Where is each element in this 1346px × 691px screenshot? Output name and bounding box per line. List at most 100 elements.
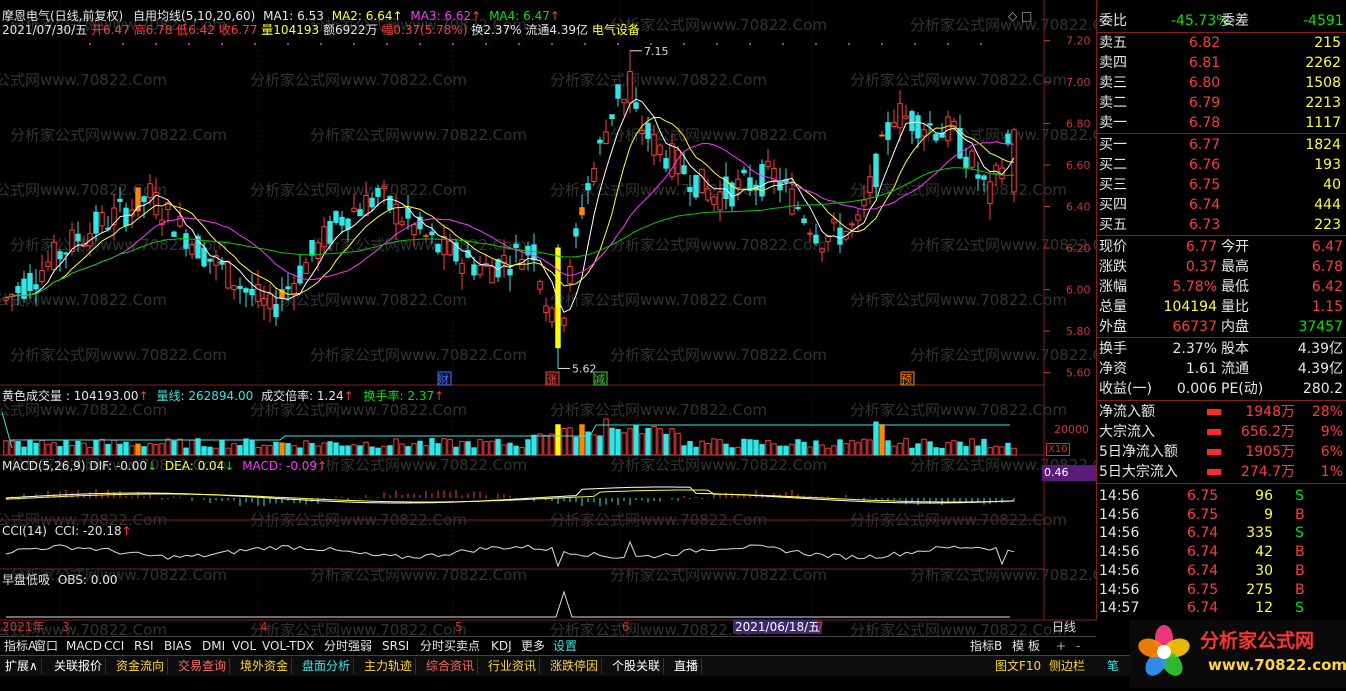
ma3-value: MA3: 6.62 (410, 9, 472, 23)
obs-label: 早盘低吸 (2, 573, 51, 587)
flow-row: 5日净流入额 1905万 6% (1097, 443, 1346, 461)
function-tab-1[interactable]: 关联报价 (51, 658, 107, 674)
volume-bar (327, 441, 333, 456)
tick-direction: S (1295, 600, 1304, 617)
function-tab-8[interactable]: 行业资讯 (485, 658, 541, 674)
stat-value: 4.39亿 (1297, 361, 1343, 377)
function-tab-0[interactable]: 扩展∧ (2, 658, 42, 674)
function-tab-9[interactable]: 涨跌停因 (547, 658, 603, 674)
sidebar-button[interactable]: 侧边栏 (1046, 658, 1088, 674)
indicator-right-1[interactable]: 模 (1010, 638, 1026, 654)
scroll-left-icon[interactable]: + (1054, 638, 1068, 654)
stat-label: 净资 (1099, 361, 1127, 377)
buy-level-label: 买四 (1099, 197, 1127, 213)
volume-bar (273, 441, 279, 456)
flow-row: 5日大宗流入 274.7万 1% (1097, 463, 1346, 481)
cci-header: CCI(14) CCI: -20.18↑ (2, 524, 132, 538)
volume-bar (705, 443, 711, 456)
volume-bar (765, 440, 771, 456)
indicator-tab-5[interactable]: BIAS (162, 638, 194, 654)
candle-body (285, 286, 291, 290)
volume-bar (657, 428, 663, 456)
indicator-tab-4[interactable]: RSI (132, 638, 156, 654)
signal-dot (188, 43, 190, 45)
function-tab-5[interactable]: 盘面分析 (299, 658, 355, 674)
volume-bar (951, 440, 957, 456)
indicator-tab-14[interactable]: 设置 (551, 638, 579, 654)
bar-volume: 量104193 (261, 23, 320, 37)
volume-bar (495, 438, 501, 456)
indicator-tab-1[interactable]: 窗口 (32, 638, 60, 654)
candle-body (969, 150, 975, 168)
sell-level-row[interactable]: 卖二 6.79 2213 (1097, 94, 1346, 112)
indicator-tab-8[interactable]: VOL-TDX (260, 638, 316, 654)
volume-bar (561, 427, 567, 456)
volume-bar (447, 438, 453, 456)
indicator-tab-11[interactable]: 分时买卖点 (418, 638, 482, 654)
buy-level-row[interactable]: 买四 6.74 444 (1097, 196, 1346, 214)
indicator-tab-3[interactable]: CCI (102, 638, 126, 654)
indicator-right-2[interactable]: 板 (1026, 638, 1042, 654)
candle-body (717, 191, 723, 211)
indicator-tab-2[interactable]: MACD (64, 638, 104, 654)
day-line-tab[interactable]: 日线 (1052, 620, 1076, 634)
signal-dot (551, 43, 553, 45)
volume-bar (585, 431, 591, 456)
candle-body (423, 234, 429, 237)
function-tab-6[interactable]: 主力轨迹 (361, 658, 417, 674)
function-tab-3[interactable]: 交易查询 (175, 658, 231, 674)
buy-level-row[interactable]: 买三 6.75 40 (1097, 176, 1346, 194)
flow-value: 274.7万 (1240, 464, 1295, 480)
watermark-text: 分析家公式网www.70822.Com (610, 346, 827, 364)
buy-level-row[interactable]: 买五 6.73 223 (1097, 216, 1346, 234)
candle-body (651, 133, 657, 156)
candle-body (657, 144, 663, 156)
indicator-tab-7[interactable]: VOL (230, 638, 258, 654)
buy-level-row[interactable]: 买二 6.76 193 (1097, 156, 1346, 174)
volume-bar (693, 446, 699, 456)
f10-button[interactable]: 图文F10 (992, 658, 1044, 674)
tick-row: 14:56 6.74 335 S (1097, 524, 1346, 542)
indicator-tab-13[interactable]: 更多 (519, 638, 547, 654)
bar-low: 低6.42 (176, 23, 215, 37)
volume-bar (597, 435, 603, 456)
indicator-tab-10[interactable]: SRSI (380, 638, 411, 654)
volume-bar (735, 446, 741, 456)
volume-bar (873, 421, 879, 456)
function-tab-4[interactable]: 境外资金 (237, 658, 293, 674)
obs-header: 早盘低吸 OBS: 0.00 (2, 573, 118, 587)
sell-level-row[interactable]: 卖一 6.78 1117 (1097, 114, 1346, 132)
volume-bar (417, 440, 423, 456)
sell-level-row[interactable]: 卖三 6.80 1508 (1097, 74, 1346, 92)
indicator-right-0[interactable]: 指标B (968, 638, 1004, 654)
volume-bar (357, 445, 363, 456)
candle-body (981, 175, 987, 180)
function-tab-11[interactable]: 直播 (671, 658, 703, 674)
stat-value: 0.006 (1176, 381, 1217, 397)
tick-time: 14:56 (1099, 525, 1140, 542)
candle-body (447, 240, 453, 256)
indicator-tab-12[interactable]: KDJ (489, 638, 514, 654)
buy-level-row[interactable]: 买一 6.77 1824 (1097, 136, 1346, 154)
sell-level-row[interactable]: 卖四 6.81 2262 (1097, 54, 1346, 72)
indicator-tab-9[interactable]: 分时强弱 (322, 638, 374, 654)
candle-body (3, 297, 9, 301)
window-controls[interactable]: ◇ □ (1008, 9, 1032, 23)
function-tab-7[interactable]: 综合资讯 (423, 658, 479, 674)
chart-canvas[interactable]: 分析家公式网www.70822.Com 分析家公式网www.70822.Com 分析… (0, 0, 1096, 636)
chart-area[interactable]: 分析家公式网www.70822.Com 分析家公式网www.70822.Com 分析… (0, 0, 1098, 636)
scroll-right-icon[interactable]: - (1074, 638, 1082, 654)
volume-bar (687, 441, 693, 456)
candle-body (609, 114, 615, 120)
cci-line (5, 540, 1015, 568)
price-tick-label: 6.00 (1066, 284, 1091, 297)
indicator-tab-6[interactable]: DMI (200, 638, 227, 654)
vol-label: 黄色成交量 : 104193.00 (2, 389, 139, 403)
pen-button[interactable]: 笔 (1104, 658, 1122, 674)
function-tab-10[interactable]: 个股关联 (609, 658, 665, 674)
tick-volume: 96 (1255, 488, 1273, 504)
candle-body (831, 218, 837, 224)
sell-level-row[interactable]: 卖五 6.82 215 (1097, 34, 1346, 52)
bar-range: 幅0.37(5.78%) (381, 23, 468, 37)
function-tab-2[interactable]: 资金流向 (113, 658, 169, 674)
